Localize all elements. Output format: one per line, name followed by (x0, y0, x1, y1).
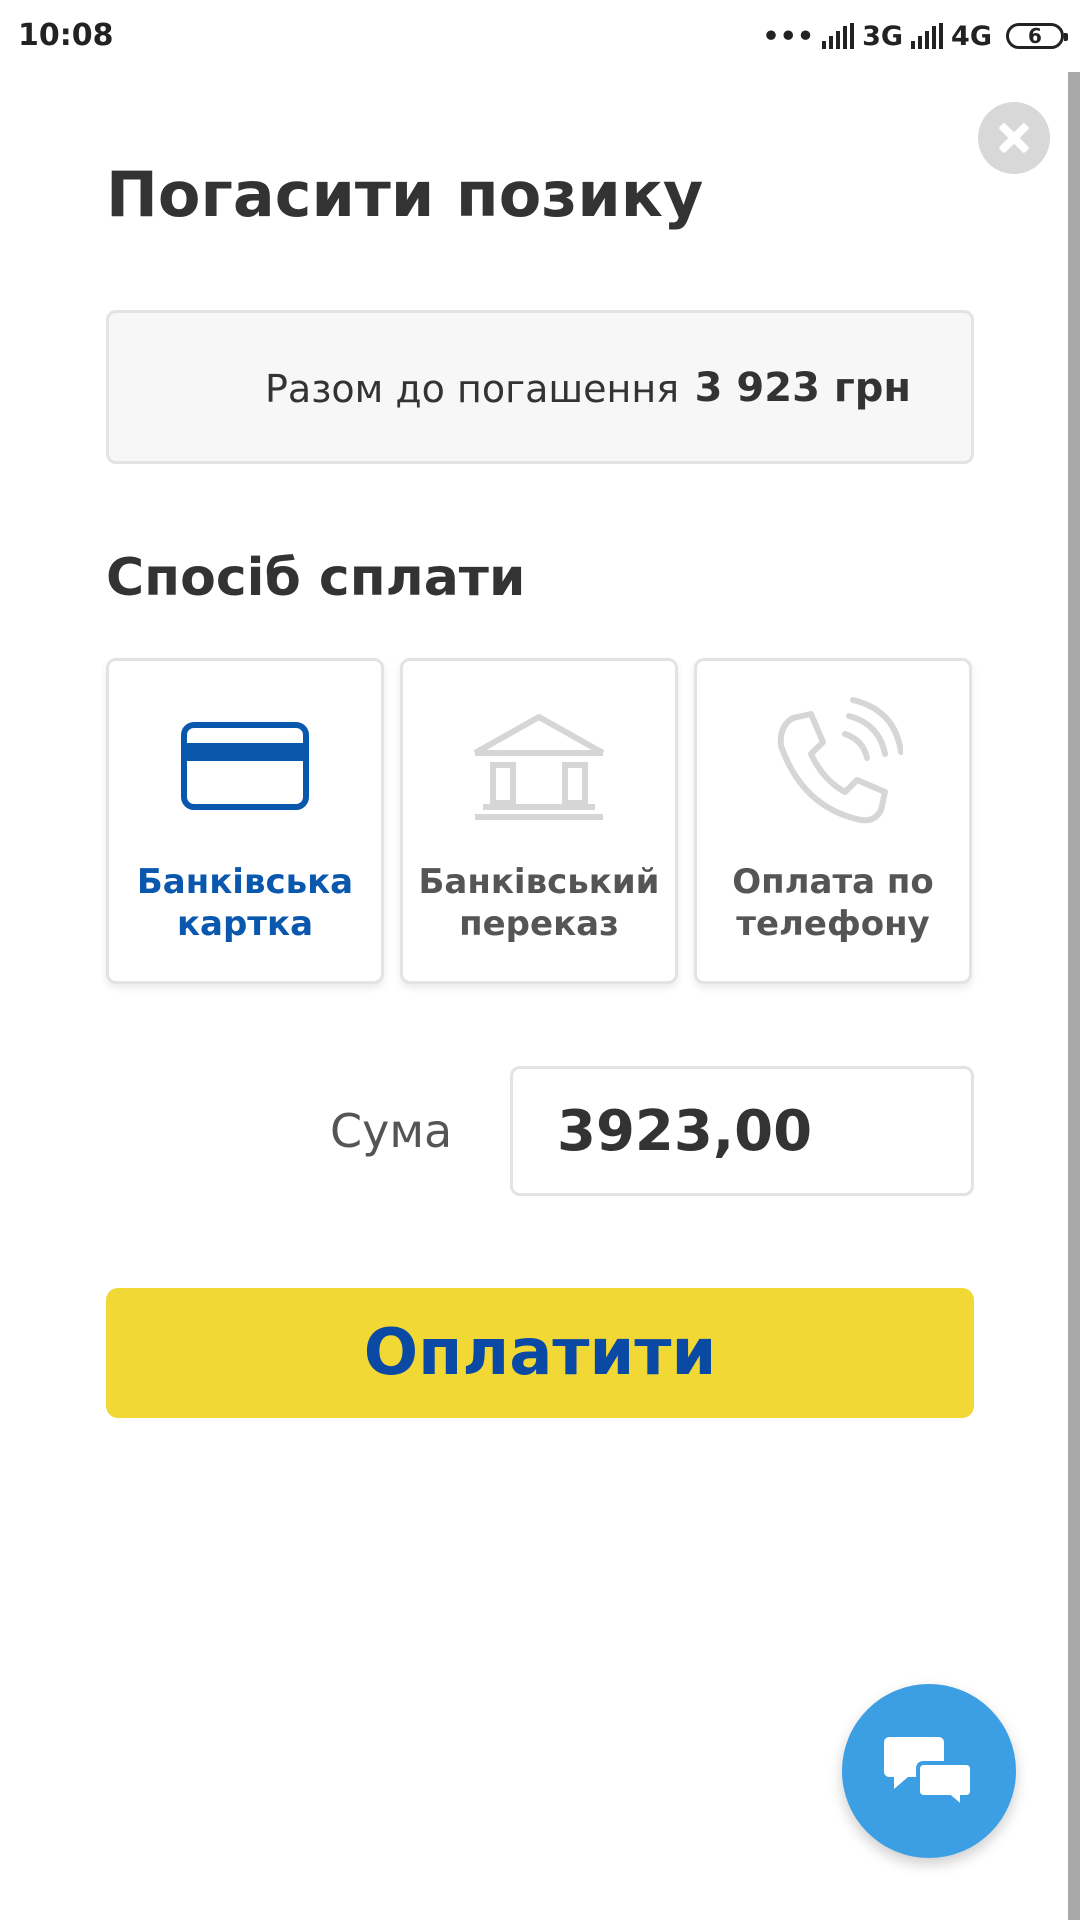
total-label: Разом до погашення (265, 367, 680, 411)
status-bar: 10:08 ••• 3G 4G 6 (0, 0, 1080, 72)
credit-card-icon (181, 722, 309, 810)
page-title: Погасити позику (106, 158, 704, 231)
pay-button[interactable]: Оплатити (106, 1288, 974, 1418)
phone-icon (777, 697, 903, 824)
more-dots-icon: ••• (762, 20, 815, 52)
method-label-line1: Банківська (136, 862, 354, 902)
amount-label: Сума (330, 1104, 453, 1158)
method-card-phone-payment[interactable]: Оплата по телефону (694, 658, 972, 984)
total-summary-box: Разом до погашення 3 923 грн (106, 310, 974, 464)
battery-icon: 6 (1006, 23, 1068, 49)
method-label-line2: картка (176, 904, 314, 944)
signal-icon (911, 23, 944, 49)
amount-input[interactable]: 3923,00 (510, 1066, 974, 1196)
scrollbar (1068, 72, 1080, 1920)
method-card-bank-card[interactable]: Банківська картка (106, 658, 384, 984)
chat-bubbles-icon (884, 1737, 974, 1811)
total-value: 3 923 грн (694, 365, 911, 411)
method-card-bank-transfer[interactable]: Банківський переказ (400, 658, 678, 984)
network-3g-label: 3G (862, 20, 904, 52)
bank-icon (473, 714, 605, 820)
signal-icon (822, 23, 855, 49)
battery-level: 6 (1028, 24, 1042, 48)
method-label-line1: Банківський (418, 862, 660, 902)
network-4g-label: 4G (951, 20, 992, 52)
method-label-line2: телефону (736, 904, 930, 944)
method-label-line1: Оплата по (732, 862, 934, 902)
status-time: 10:08 (18, 18, 114, 53)
payment-method-title: Спосіб сплати (106, 548, 526, 608)
status-indicators: ••• 3G 4G 6 (762, 18, 1068, 54)
method-label-line2: переказ (459, 904, 619, 944)
close-icon[interactable] (978, 102, 1050, 174)
chat-button[interactable] (842, 1684, 1016, 1858)
